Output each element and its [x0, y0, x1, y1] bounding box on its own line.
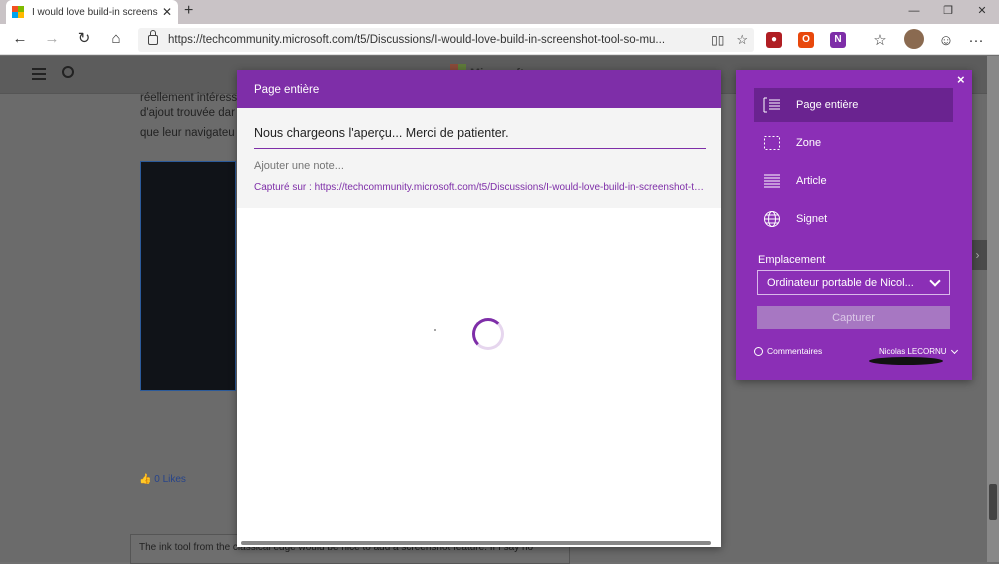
bookmark-globe-icon	[763, 210, 781, 228]
close-icon[interactable]: ×	[957, 72, 965, 87]
preview-scrollbar[interactable]	[241, 541, 711, 545]
window-controls: — ❐ ✕	[897, 0, 999, 24]
browser-tab[interactable]: I would love build-in screenshot ✕	[6, 0, 178, 24]
mode-full-page[interactable]: Page entière	[754, 88, 953, 122]
loading-dot	[434, 329, 436, 331]
minimize-button[interactable]: —	[897, 0, 931, 24]
profile-avatar[interactable]	[904, 29, 924, 49]
capture-button[interactable]: Capturer	[757, 306, 950, 329]
mode-label: Page entière	[796, 99, 859, 111]
forward-icon[interactable]: →	[40, 28, 64, 50]
browser-toolbar: ← → ↻ ⌂ https://techcommunity.microsoft.…	[0, 24, 999, 55]
chevron-down-icon	[950, 346, 958, 354]
captured-url[interactable]: Capturé sur : https://techcommunity.micr…	[254, 182, 706, 193]
favorites-icon[interactable]: ☆	[868, 30, 892, 52]
article-text-line: réellement intéressan	[140, 92, 250, 104]
location-label: Emplacement	[758, 254, 826, 266]
preview-header: Page entière	[237, 70, 721, 108]
mode-label: Article	[796, 175, 827, 187]
tab-bar: I would love build-in screenshot ✕ + — ❐…	[0, 0, 999, 24]
feedback-label: Commentaires	[767, 346, 823, 356]
location-value: Ordinateur portable de Nicol...	[767, 276, 914, 289]
feedback-link[interactable]: Commentaires	[754, 346, 822, 356]
onenote-clipper-icon[interactable]: N	[830, 32, 846, 48]
loading-message: Nous chargeons l'aperçu... Merci de pati…	[254, 126, 509, 140]
home-icon[interactable]: ⌂	[104, 28, 128, 50]
new-tab-button[interactable]: +	[184, 2, 193, 20]
redaction-scribble	[869, 357, 943, 365]
office-icon[interactable]: O	[798, 32, 814, 48]
reader-view-icon[interactable]: ▯▯	[711, 33, 724, 47]
hamburger-menu-icon[interactable]	[32, 68, 46, 80]
more-menu-icon[interactable]: ···	[964, 30, 988, 52]
location-select[interactable]: Ordinateur portable de Nicol...	[757, 270, 950, 295]
mode-label: Zone	[796, 137, 822, 149]
account-menu[interactable]: Nicolas LECORNU	[879, 346, 958, 356]
close-tab-icon[interactable]: ✕	[162, 5, 172, 19]
likes-count[interactable]: 👍 0 Likes	[139, 474, 186, 485]
extension-adblock-icon[interactable]: ●	[766, 32, 782, 48]
lock-icon	[148, 30, 158, 45]
mode-article[interactable]: Article	[754, 164, 953, 198]
favorite-star-icon[interactable]: ☆	[736, 32, 748, 48]
refresh-icon[interactable]: ↻	[72, 28, 96, 50]
microsoft-logo-icon	[12, 6, 24, 18]
loading-spinner-icon	[472, 318, 504, 350]
close-window-button[interactable]: ✕	[965, 0, 999, 24]
search-icon[interactable]	[62, 66, 74, 78]
feedback-smiley-icon	[754, 346, 763, 356]
web-clipper-panel: × Page entière Zone Article Signet Empla…	[736, 70, 972, 380]
url-text: https://techcommunity.microsoft.com/t5/D…	[168, 34, 666, 46]
region-icon	[763, 134, 781, 152]
chevron-down-icon	[929, 274, 941, 287]
clip-preview-dialog: Page entière Nous chargeons l'aperçu... …	[237, 70, 721, 547]
feedback-smiley-icon[interactable]: ☺	[934, 30, 958, 52]
article-text-line: que leur navigateu	[140, 127, 235, 139]
article-text-line: d'ajout trouvée dar	[140, 107, 235, 119]
account-name: Nicolas LECORNU	[879, 347, 947, 356]
page-scrollbar-thumb[interactable]	[989, 484, 997, 520]
restore-button[interactable]: ❐	[931, 0, 965, 24]
screenshot-thumbnail	[140, 161, 236, 391]
address-bar[interactable]: https://techcommunity.microsoft.com/t5/D…	[138, 28, 754, 52]
full-page-icon	[763, 96, 781, 114]
mode-bookmark[interactable]: Signet	[754, 202, 953, 236]
title-underline	[254, 148, 706, 149]
mode-label: Signet	[796, 213, 828, 225]
mode-region[interactable]: Zone	[754, 126, 953, 160]
article-icon	[763, 172, 781, 190]
note-input[interactable]	[251, 156, 703, 176]
tab-title: I would love build-in screenshot	[32, 6, 158, 18]
back-icon[interactable]: ←	[8, 28, 32, 50]
preview-info: Nous chargeons l'aperçu... Merci de pati…	[237, 108, 721, 208]
